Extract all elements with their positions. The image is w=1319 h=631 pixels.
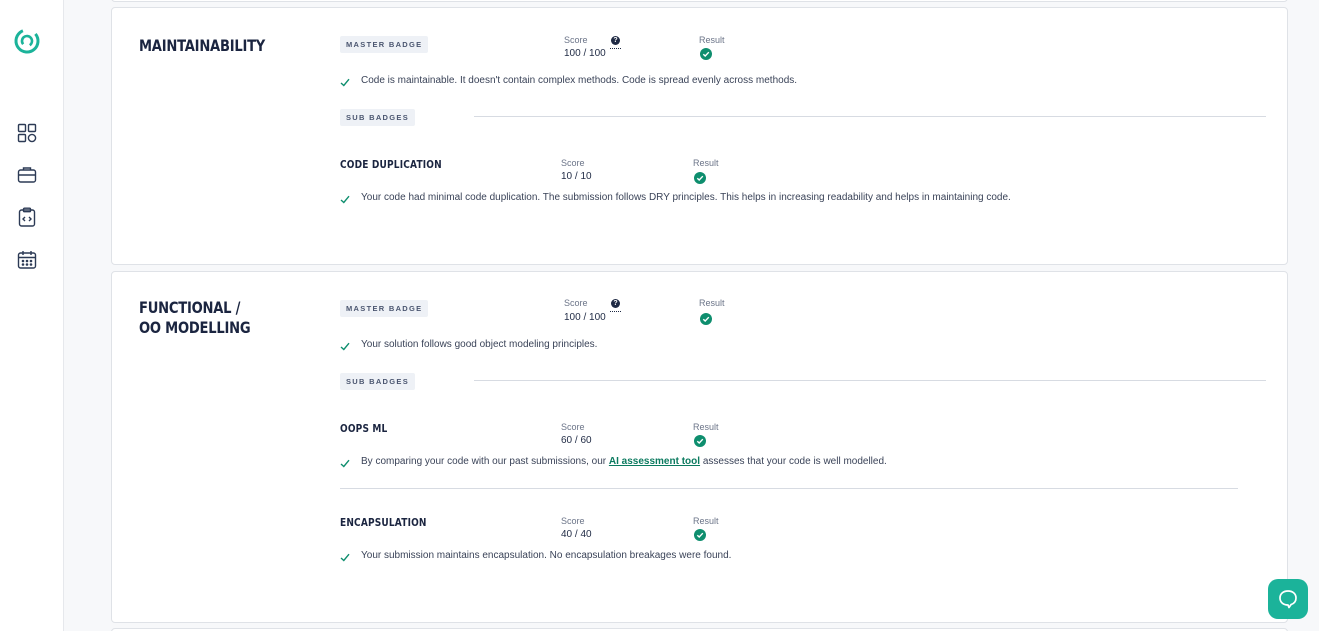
- sub-badge-title: ENCAPSULATION: [340, 516, 427, 529]
- score-label: Score: [561, 158, 585, 168]
- dashboard-grid-icon[interactable]: [17, 123, 39, 145]
- result-label: Result: [699, 35, 725, 45]
- card-title: MAINTAINABILITY: [139, 36, 266, 55]
- score-label: Score: [561, 516, 585, 526]
- calendar-icon[interactable]: [17, 250, 39, 272]
- ai-assessment-tool-link[interactable]: AI assessment tool: [609, 456, 700, 467]
- score-value: 100 / 100: [564, 312, 606, 323]
- score-label: Score: [561, 422, 585, 432]
- code-clipboard-icon[interactable]: [17, 207, 39, 229]
- check-icon: [340, 191, 350, 204]
- chat-bubble-icon: [1279, 590, 1297, 609]
- description-text: By comparing your code with our past sub…: [361, 456, 609, 467]
- master-description: Your solution follows good object modeli…: [361, 339, 598, 350]
- master-description: Code is maintainable. It doesn't contain…: [361, 75, 798, 86]
- result-label: Result: [699, 298, 725, 308]
- master-badge-pill: MASTER BADGE: [340, 36, 429, 53]
- check-icon: [340, 549, 350, 562]
- chat-support-button[interactable]: [1268, 579, 1308, 619]
- main-content: MAINTAINABILITY MASTER BADGE Score ? 100…: [64, 0, 1319, 631]
- card-title: FUNCTIONAL / OO MODELLING: [139, 298, 251, 337]
- result-check-icon: [694, 435, 706, 447]
- result-label: Result: [693, 422, 719, 432]
- app-logo-icon[interactable]: [12, 26, 42, 56]
- result-check-icon: [694, 529, 706, 541]
- score-value: 100 / 100: [564, 48, 606, 59]
- score-label: Score: [564, 298, 588, 308]
- result-label: Result: [693, 158, 719, 168]
- result-check-icon: [694, 172, 706, 184]
- sub-badge-title: OOPS ML: [340, 422, 388, 435]
- divider: [474, 116, 1266, 117]
- score-value: 10 / 10: [561, 171, 592, 182]
- previous-card: [111, 0, 1288, 2]
- result-check-icon: [700, 48, 712, 60]
- check-icon: [340, 74, 350, 87]
- divider: [340, 488, 1238, 489]
- maintainability-card: MAINTAINABILITY MASTER BADGE Score ? 100…: [111, 7, 1288, 265]
- divider: [474, 380, 1266, 381]
- check-icon: [340, 338, 350, 351]
- result-label: Result: [693, 516, 719, 526]
- score-label: Score: [564, 35, 588, 45]
- briefcase-icon[interactable]: [17, 165, 39, 187]
- check-icon: [340, 455, 350, 468]
- master-badge-pill: MASTER BADGE: [340, 300, 429, 317]
- sub-badge-title: CODE DUPLICATION: [340, 158, 442, 171]
- sidebar: [0, 0, 64, 631]
- sub-badges-pill: SUB BADGES: [340, 109, 416, 126]
- sub-badge-description: Your submission maintains encapsulation.…: [361, 550, 732, 561]
- result-check-icon: [700, 313, 712, 325]
- score-value: 60 / 60: [561, 435, 592, 446]
- help-question-icon[interactable]: ?: [610, 36, 621, 49]
- oo-modelling-card: FUNCTIONAL / OO MODELLING MASTER BADGE S…: [111, 271, 1288, 623]
- description-text: assesses that your code is well modelled…: [700, 456, 887, 467]
- sub-badge-description: Your code had minimal code duplication. …: [361, 192, 1011, 203]
- help-question-icon[interactable]: ?: [610, 299, 621, 312]
- sub-badges-pill: SUB BADGES: [340, 373, 416, 390]
- sub-badge-description: By comparing your code with our past sub…: [361, 456, 887, 467]
- score-value: 40 / 40: [561, 529, 592, 540]
